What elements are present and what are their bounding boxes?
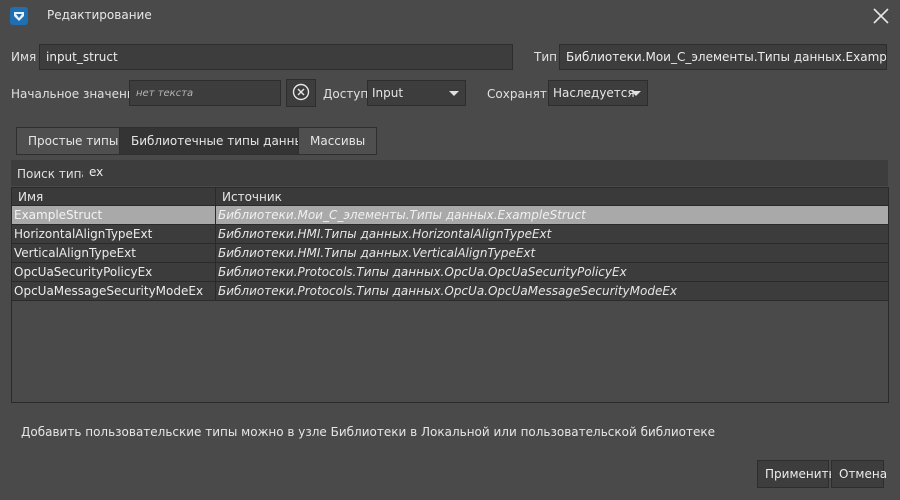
table-row[interactable]: OpcUaSecurityPolicyEx Библиотеки.Protoco… [12,263,888,282]
row-name-cell: OpcUaSecurityPolicyEx [14,265,153,279]
initial-value-field[interactable]: нет текста [129,80,281,106]
name-field[interactable]: input_struct [39,44,513,70]
table-row[interactable]: OpcUaMessageSecurityModeEx Библиотеки.Pr… [12,282,888,301]
app-logo-icon [10,7,28,25]
column-header-source[interactable]: Источник [215,188,888,206]
row-source-cell: Библиотеки.Protocols.Типы данных.OpcUa.O… [215,263,887,282]
title-bar: Редактирование [0,0,900,32]
table-row[interactable]: VerticalAlignTypeExt Библиотеки.HMI.Типы… [12,244,888,263]
cancel-button[interactable]: Отмена [831,460,887,488]
access-dropdown[interactable]: Input [367,80,466,106]
name-label: Имя [11,50,37,64]
chevron-down-icon [449,91,459,96]
clear-circle-x-icon [292,83,310,104]
save-mode-dropdown[interactable]: Наследуется [548,80,648,106]
type-label: Тип [534,50,557,64]
hint-text: Добавить пользовательские типы можно в у… [21,425,715,439]
row-source-cell: Библиотеки.HMI.Типы данных.VerticalAlign… [215,244,887,263]
window-title: Редактирование [47,8,152,22]
tab-simple-types[interactable]: Простые типы [16,127,131,155]
table-row[interactable]: ExampleStruct Библиотеки.Мои_С_элементы.… [12,206,888,225]
clear-button[interactable] [286,79,316,107]
table-header: Имя Источник [12,188,888,206]
access-value: Input [372,86,404,100]
types-table: Имя Источник ExampleStruct Библиотеки.Мо… [11,187,889,403]
tab-arrays[interactable]: Массивы [298,127,378,155]
initial-value-label: Начальное значение [11,87,143,101]
row-source-cell: Библиотеки.Мои_С_элементы.Типы данных.Ex… [215,206,887,225]
type-search-label: Поиск типа [17,167,89,181]
apply-button[interactable]: Применить [757,460,836,488]
row-source-cell: Библиотеки.Protocols.Типы данных.OpcUa.O… [215,282,887,301]
row-name-cell: ExampleStruct [14,208,103,222]
access-label: Доступ [323,87,369,101]
row-name-cell: VerticalAlignTypeExt [14,246,136,260]
tab-library-types[interactable]: Библиотечные типы данных [119,127,324,155]
row-name-cell: OpcUaMessageSecurityModeEx [14,284,204,298]
column-header-name[interactable]: Имя [12,188,215,206]
row-source-cell: Библиотеки.HMI.Типы данных.HorizontalAli… [215,225,887,244]
type-field[interactable]: Библиотеки.Мои_С_элементы.Типы данных.Ex… [559,44,887,70]
type-search-input[interactable]: ex [83,161,888,185]
save-mode-value: Наследуется [553,86,635,100]
chevron-down-icon [631,91,641,96]
save-mode-label: Сохранять [487,87,554,101]
table-row[interactable]: HorizontalAlignTypeExt Библиотеки.HMI.Ти… [12,225,888,244]
row-name-cell: HorizontalAlignTypeExt [14,227,153,241]
close-icon[interactable] [869,4,893,28]
